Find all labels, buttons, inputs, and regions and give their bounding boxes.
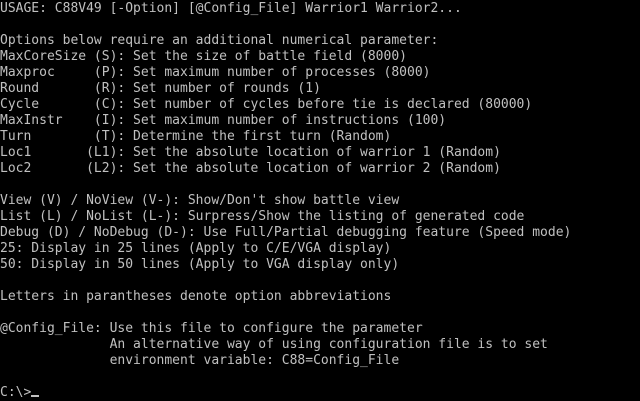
switch-list: List (L) / NoList (L-): Surpress/Show th… bbox=[0, 209, 525, 224]
switch-view: View (V) / NoView (V-): Show/Don't show … bbox=[0, 193, 400, 208]
option-cycle: Cycle (C): Set number of cycles before t… bbox=[0, 97, 533, 112]
config-file-help-alt: An alternative way of using configuratio… bbox=[0, 337, 548, 352]
usage-line: USAGE: C88V49 [-Option] [@Config_File] W… bbox=[0, 1, 462, 16]
option-round: Round (R): Set number of rounds (1) bbox=[0, 81, 321, 96]
switch-debug: Debug (D) / NoDebug (D-): Use Full/Parti… bbox=[0, 225, 572, 240]
abbreviation-note: Letters in parantheses denote option abb… bbox=[0, 289, 392, 304]
option-turn: Turn (T): Determine the first turn (Rand… bbox=[0, 129, 392, 144]
command-line[interactable]: C:\> bbox=[0, 385, 640, 401]
dos-terminal-screen[interactable]: USAGE: C88V49 [-Option] [@Config_File] W… bbox=[0, 0, 640, 400]
command-prompt: C:\> bbox=[0, 385, 32, 400]
text-cursor bbox=[31, 395, 40, 397]
option-loc1: Loc1 (L1): Set the absolute location of … bbox=[0, 145, 501, 160]
option-loc2: Loc2 (L2): Set the absolute location of … bbox=[0, 161, 501, 176]
switch-25-lines: 25: Display in 25 lines (Apply to C/E/VG… bbox=[0, 241, 392, 256]
switch-50-lines: 50: Display in 50 lines (Apply to VGA di… bbox=[0, 257, 400, 272]
option-maxcoresize: MaxCoreSize (S): Set the size of battle … bbox=[0, 49, 407, 64]
config-file-help-env: environment variable: C88=Config_File bbox=[0, 353, 400, 368]
config-file-help: @Config_File: Use this file to configure… bbox=[0, 321, 423, 336]
options-heading: Options below require an additional nume… bbox=[0, 33, 439, 48]
option-maxinstr: MaxInstr (I): Set maximum number of inst… bbox=[0, 113, 447, 128]
option-maxproc: Maxproc (P): Set maximum number of proce… bbox=[0, 65, 431, 80]
